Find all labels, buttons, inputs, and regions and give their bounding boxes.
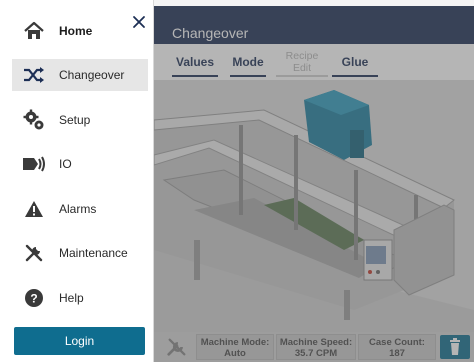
tab-underline xyxy=(276,75,328,77)
io-icon xyxy=(22,153,46,175)
tab-underline xyxy=(230,75,266,77)
nav-item-io[interactable]: IO xyxy=(12,148,148,180)
machine-speed-value: 35.7 CPM xyxy=(294,348,338,359)
tab-underline xyxy=(172,75,218,77)
machine-image xyxy=(154,80,474,332)
nav-item-label: Help xyxy=(59,291,84,305)
tab-recipe-edit: Recipe Edit xyxy=(274,44,330,80)
alarm-triangle-icon xyxy=(22,198,46,220)
trash-button[interactable] xyxy=(440,335,470,359)
case-count-stat: Case Count: 187 xyxy=(358,334,436,360)
nav-item-changeover[interactable]: Changeover xyxy=(12,59,148,91)
tools-icon xyxy=(22,242,46,264)
machine-speed-label: Machine Speed: xyxy=(279,337,353,348)
nav-item-maintenance[interactable]: Maintenance xyxy=(12,237,148,269)
nav-item-home[interactable]: Home xyxy=(12,15,148,47)
nav-item-help[interactable]: ? Help xyxy=(12,282,148,314)
tab-mode[interactable]: Mode xyxy=(228,44,268,80)
machine-speed-stat: Machine Speed: 35.7 CPM xyxy=(276,334,356,360)
tools-icon xyxy=(167,338,186,356)
tab-underline xyxy=(332,75,378,77)
svg-text:?: ? xyxy=(30,292,37,306)
help-icon: ? xyxy=(22,287,46,309)
shuffle-icon xyxy=(22,64,46,86)
gears-icon xyxy=(22,109,46,131)
case-count-label: Case Count: xyxy=(369,337,425,348)
status-bar: Machine Mode: Auto Machine Speed: 35.7 C… xyxy=(154,332,474,362)
nav-item-label: Alarms xyxy=(59,202,97,216)
machine-mode-label: Machine Mode: xyxy=(200,337,270,348)
nav-item-alarms[interactable]: Alarms xyxy=(12,193,148,225)
tab-glue[interactable]: Glue xyxy=(330,44,380,80)
page-title: Changeover xyxy=(172,25,249,41)
nav-drawer: Home Changeover Setup IO Alarms Maintena… xyxy=(0,0,154,362)
home-icon xyxy=(22,20,46,42)
nav-item-label: IO xyxy=(59,157,72,171)
machine-mode-stat: Machine Mode: Auto xyxy=(196,334,274,360)
trash-icon xyxy=(450,338,460,355)
tab-values[interactable]: Values xyxy=(170,44,220,80)
tab-mode-label: Mode xyxy=(232,55,264,69)
nav-item-label: Setup xyxy=(59,113,91,127)
tab-values-label: Values xyxy=(175,55,215,69)
nav-item-setup[interactable]: Setup xyxy=(12,104,148,136)
nav-item-label: Maintenance xyxy=(59,246,128,260)
nav-item-label: Changeover xyxy=(59,68,125,82)
nav-item-label: Home xyxy=(59,24,93,38)
login-button[interactable]: Login xyxy=(14,327,145,355)
case-count-value: 187 xyxy=(389,348,405,359)
tab-glue-label: Glue xyxy=(341,55,369,69)
machine-mode-value: Auto xyxy=(224,348,246,359)
tab-recipe-edit-label: Recipe Edit xyxy=(285,50,319,74)
